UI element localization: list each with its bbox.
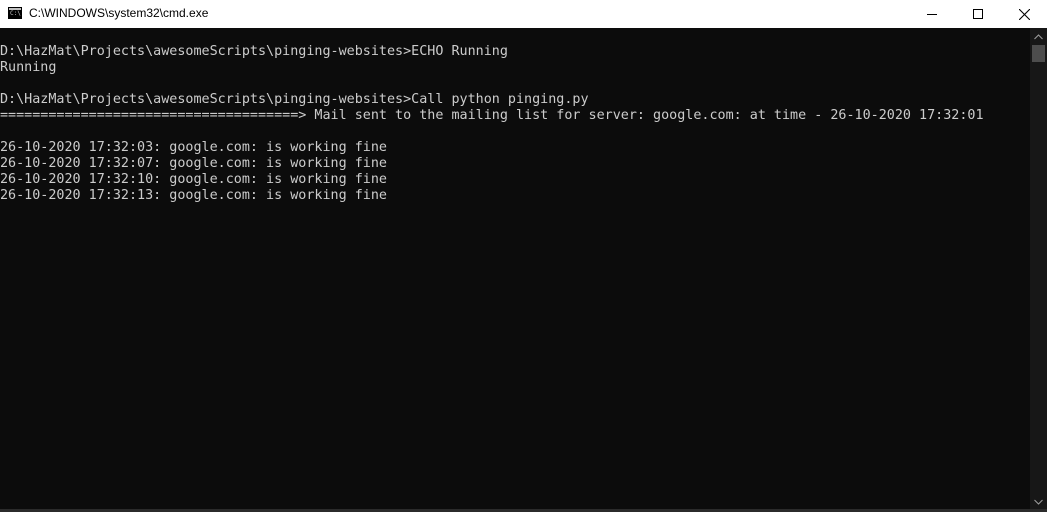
console-output[interactable]: D:\HazMat\Projects\awesomeScripts\pingin… — [0, 28, 1030, 510]
console-line: 26-10-2020 17:32:10: google.com: is work… — [0, 172, 387, 187]
console-line: Running — [0, 60, 57, 75]
scroll-thumb[interactable] — [1032, 45, 1045, 62]
cmd-app-icon[interactable]: C:\ — [8, 7, 22, 19]
scroll-down-button[interactable] — [1030, 493, 1047, 510]
vertical-scrollbar[interactable] — [1030, 28, 1047, 510]
minimize-icon — [927, 14, 937, 15]
scroll-up-button[interactable] — [1030, 28, 1047, 45]
console-line: D:\HazMat\Projects\awesomeScripts\pingin… — [0, 44, 508, 59]
close-button[interactable] — [1001, 0, 1047, 28]
maximize-button[interactable] — [955, 0, 1001, 28]
cmd-app-icon-text: C:\ — [10, 10, 21, 17]
chevron-down-icon — [1034, 499, 1043, 505]
chevron-up-icon — [1034, 33, 1043, 39]
window-title: C:\WINDOWS\system32\cmd.exe — [29, 6, 209, 20]
maximize-icon — [973, 9, 983, 19]
minimize-button[interactable] — [909, 0, 955, 28]
console-line: D:\HazMat\Projects\awesomeScripts\pingin… — [0, 92, 589, 107]
console-line: 26-10-2020 17:32:03: google.com: is work… — [0, 140, 387, 155]
console-line: 26-10-2020 17:32:13: google.com: is work… — [0, 188, 387, 203]
console-line: =====================================> M… — [0, 108, 984, 123]
console-line: 26-10-2020 17:32:07: google.com: is work… — [0, 156, 387, 171]
title-bar[interactable]: C:\ C:\WINDOWS\system32\cmd.exe — [0, 0, 1047, 28]
close-icon — [1018, 8, 1030, 20]
cmd-window: C:\ C:\WINDOWS\system32\cmd.exe D:\HazMa… — [0, 0, 1047, 512]
